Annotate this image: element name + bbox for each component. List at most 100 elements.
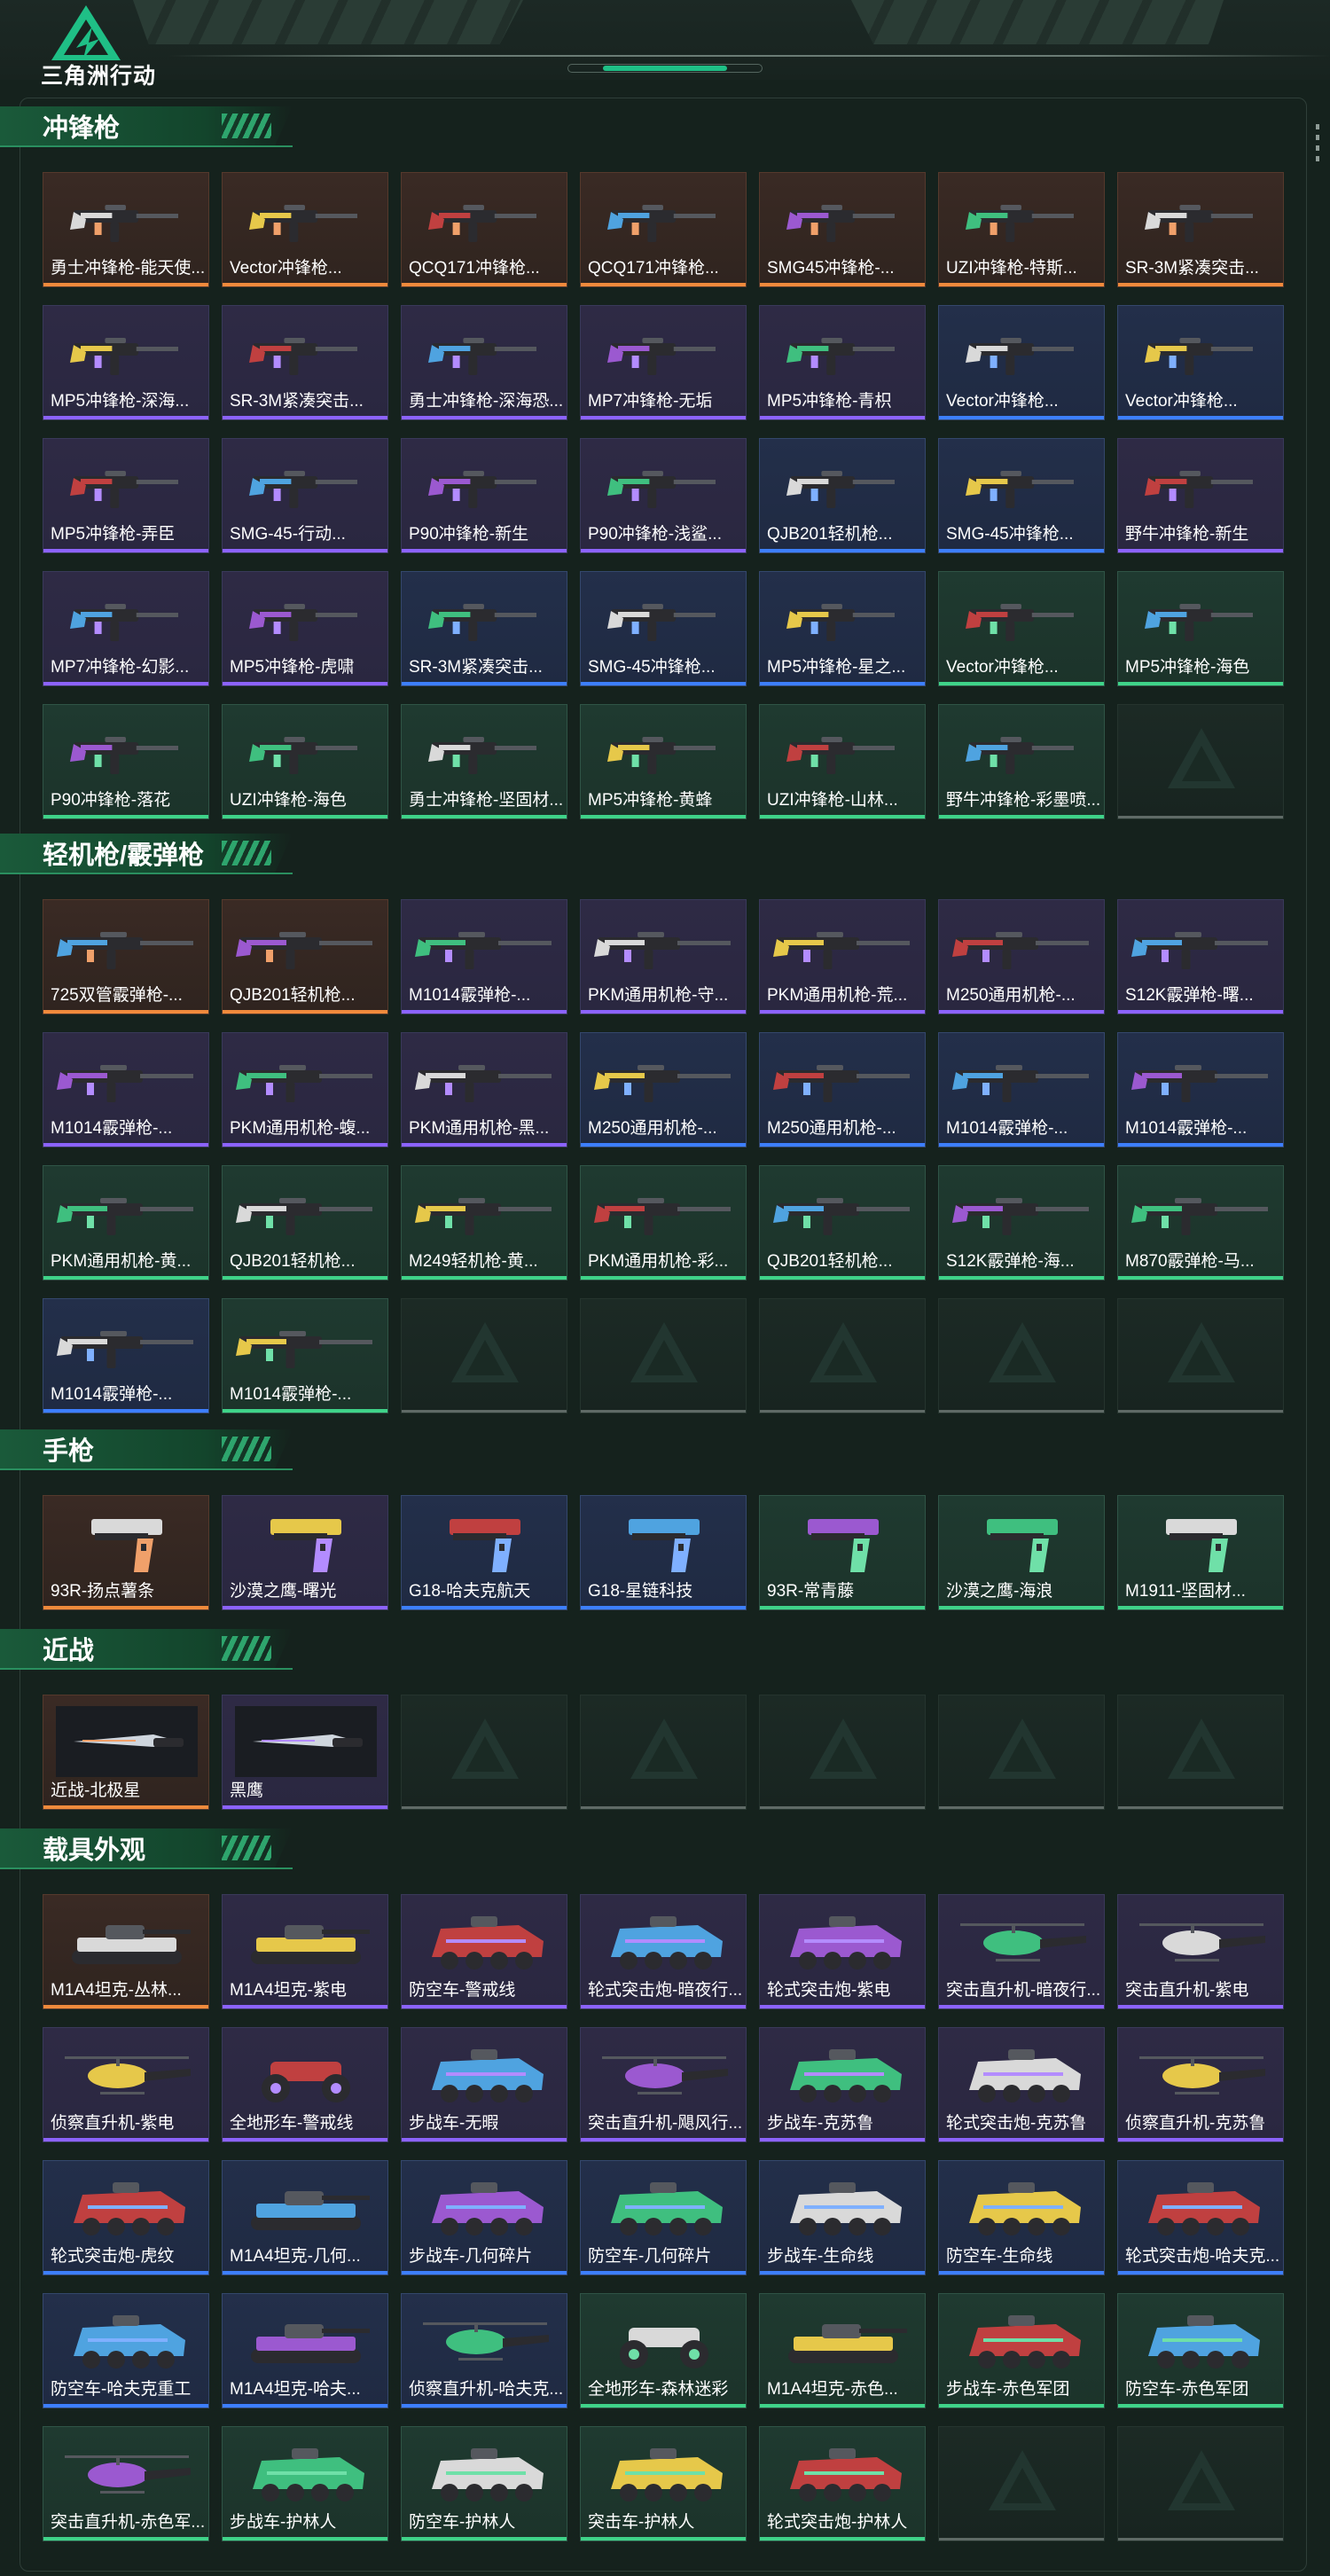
skin-card[interactable]: 轮式突击炮-护林人 [759, 2426, 926, 2541]
skin-card[interactable]: QJB201轻机枪... [759, 1165, 926, 1280]
skin-card[interactable]: M1A4坦克-紫电 [222, 1894, 388, 2009]
skin-card[interactable]: Vector冲锋枪... [938, 305, 1105, 420]
skin-card[interactable]: MP7冲锋枪-无垢 [580, 305, 747, 420]
skin-card[interactable]: G18-哈夫克航天 [401, 1495, 567, 1610]
skin-card[interactable]: QJB201轻机枪... [759, 438, 926, 553]
skin-card[interactable]: MP5冲锋枪-青枳 [759, 305, 926, 420]
skin-card[interactable]: MP5冲锋枪-黄蜂 [580, 704, 747, 819]
skin-card[interactable]: 近战-北极星 [43, 1695, 209, 1810]
skin-card[interactable]: QJB201轻机枪... [222, 1165, 388, 1280]
skin-card[interactable]: M250通用机枪-... [938, 899, 1105, 1014]
skin-card[interactable]: Vector冲锋枪... [938, 571, 1105, 686]
skin-card[interactable]: M1014霰弹枪-... [222, 1298, 388, 1413]
skin-card[interactable]: M249轻机枪-黄... [401, 1165, 567, 1280]
skin-card[interactable]: PKM通用机枪-守... [580, 899, 747, 1014]
skin-card[interactable]: 野牛冲锋枪-彩墨喷... [938, 704, 1105, 819]
skin-card[interactable]: 全地形车-警戒线 [222, 2027, 388, 2142]
skin-card[interactable]: QCQ171冲锋枪... [401, 172, 567, 287]
skin-card[interactable]: SR-3M紧凑突击... [222, 305, 388, 420]
skin-card[interactable]: M1A4坦克-几何... [222, 2160, 388, 2275]
skin-card[interactable]: M1A4坦克-丛林... [43, 1894, 209, 2009]
skin-card[interactable]: S12K霰弹枪-曙... [1117, 899, 1284, 1014]
skin-card[interactable]: 突击直升机-赤色军... [43, 2426, 209, 2541]
skin-card[interactable]: P90冲锋枪-新生 [401, 438, 567, 553]
skin-card[interactable]: 轮式突击炮-紫电 [759, 1894, 926, 2009]
skin-card[interactable]: SMG45冲锋枪-... [759, 172, 926, 287]
skin-card[interactable]: M250通用机枪-... [580, 1032, 747, 1147]
skin-card[interactable]: M1014霰弹枪-... [43, 1032, 209, 1147]
skin-card[interactable]: 侦察直升机-克苏鲁 [1117, 2027, 1284, 2142]
skin-card[interactable]: G18-星链科技 [580, 1495, 747, 1610]
skin-card[interactable]: MP5冲锋枪-星之... [759, 571, 926, 686]
skin-card[interactable]: 勇士冲锋枪-能天使... [43, 172, 209, 287]
skin-card[interactable]: 轮式突击炮-哈夫克... [1117, 2160, 1284, 2275]
skin-card[interactable]: MP7冲锋枪-幻影... [43, 571, 209, 686]
skin-card[interactable]: QCQ171冲锋枪... [580, 172, 747, 287]
skin-card[interactable]: 93R-扬点薯条 [43, 1495, 209, 1610]
skin-card[interactable]: 93R-常青藤 [759, 1495, 926, 1610]
skin-card[interactable]: M1A4坦克-赤色... [759, 2293, 926, 2408]
skin-card[interactable]: PKM通用机枪-黄... [43, 1165, 209, 1280]
skin-card[interactable]: MP5冲锋枪-弄臣 [43, 438, 209, 553]
skin-card[interactable]: P90冲锋枪-浅鲨... [580, 438, 747, 553]
skin-card[interactable]: SMG-45-行动... [222, 438, 388, 553]
skin-card[interactable]: M1014霰弹枪-... [43, 1298, 209, 1413]
skin-card[interactable]: 步战车-生命线 [759, 2160, 926, 2275]
skin-card[interactable]: MP5冲锋枪-深海... [43, 305, 209, 420]
skin-card[interactable]: PKM通用机枪-彩... [580, 1165, 747, 1280]
skin-card[interactable]: 防空车-赤色军团 [1117, 2293, 1284, 2408]
skin-card[interactable]: SR-3M紧凑突击... [1117, 172, 1284, 287]
skin-card[interactable]: 轮式突击炮-虎纹 [43, 2160, 209, 2275]
skin-card[interactable]: P90冲锋枪-落花 [43, 704, 209, 819]
skin-card[interactable]: 步战车-克苏鲁 [759, 2027, 926, 2142]
skin-card[interactable]: PKM通用机枪-荒... [759, 899, 926, 1014]
skin-card[interactable]: 防空车-护林人 [401, 2426, 567, 2541]
skin-card[interactable]: M870霰弹枪-马... [1117, 1165, 1284, 1280]
skin-card[interactable]: 725双管霰弹枪-... [43, 899, 209, 1014]
skin-card[interactable]: 勇士冲锋枪-深海恐... [401, 305, 567, 420]
skin-card[interactable]: 侦察直升机-哈夫克... [401, 2293, 567, 2408]
skin-card[interactable]: MP5冲锋枪-虎啸 [222, 571, 388, 686]
skin-card[interactable]: 勇士冲锋枪-坚固材... [401, 704, 567, 819]
skin-card[interactable]: 沙漠之鹰-曙光 [222, 1495, 388, 1610]
skin-card[interactable]: SMG-45冲锋枪... [938, 438, 1105, 553]
skin-card[interactable]: 步战车-无暇 [401, 2027, 567, 2142]
skin-card[interactable]: 步战车-几何碎片 [401, 2160, 567, 2275]
skin-card[interactable]: 步战车-赤色军团 [938, 2293, 1105, 2408]
skin-card[interactable]: 防空车-警戒线 [401, 1894, 567, 2009]
skin-card[interactable]: UZI冲锋枪-海色 [222, 704, 388, 819]
skin-card[interactable]: 步战车-护林人 [222, 2426, 388, 2541]
skin-card[interactable]: 突击直升机-飓风行... [580, 2027, 747, 2142]
skin-card[interactable]: UZI冲锋枪-特斯... [938, 172, 1105, 287]
skin-card[interactable]: M1014霰弹枪-... [938, 1032, 1105, 1147]
skin-card[interactable]: PKM通用机枪-黑... [401, 1032, 567, 1147]
skin-card[interactable]: 突击直升机-紫电 [1117, 1894, 1284, 2009]
skin-card[interactable]: 防空车-哈夫克重工 [43, 2293, 209, 2408]
skin-card[interactable]: UZI冲锋枪-山林... [759, 704, 926, 819]
skin-card[interactable]: 突击直升机-暗夜行... [938, 1894, 1105, 2009]
skin-card[interactable]: M1014霰弹枪-... [1117, 1032, 1284, 1147]
skin-card[interactable]: 轮式突击炮-克苏鲁 [938, 2027, 1105, 2142]
skin-card[interactable]: MP5冲锋枪-海色 [1117, 571, 1284, 686]
skin-card[interactable]: M1014霰弹枪-... [401, 899, 567, 1014]
skin-card[interactable]: M250通用机枪-... [759, 1032, 926, 1147]
skin-card[interactable]: 沙漠之鹰-海浪 [938, 1495, 1105, 1610]
skin-card[interactable]: PKM通用机枪-蝮... [222, 1032, 388, 1147]
skin-card[interactable]: SMG-45冲锋枪... [580, 571, 747, 686]
skin-card[interactable]: QJB201轻机枪... [222, 899, 388, 1014]
skin-card[interactable]: S12K霰弹枪-海... [938, 1165, 1105, 1280]
skin-card[interactable]: Vector冲锋枪... [1117, 305, 1284, 420]
skin-card[interactable]: 侦察直升机-紫电 [43, 2027, 209, 2142]
skin-card[interactable]: M1911-坚固材... [1117, 1495, 1284, 1610]
skin-card[interactable]: 突击车-护林人 [580, 2426, 747, 2541]
skin-card[interactable]: 防空车-几何碎片 [580, 2160, 747, 2275]
skin-card[interactable]: M1A4坦克-哈夫... [222, 2293, 388, 2408]
skin-card[interactable]: 全地形车-森林迷彩 [580, 2293, 747, 2408]
skin-card[interactable]: 黑鹰 [222, 1695, 388, 1810]
skin-card[interactable]: 轮式突击炮-暗夜行... [580, 1894, 747, 2009]
skin-card[interactable]: Vector冲锋枪... [222, 172, 388, 287]
skin-card[interactable]: SR-3M紧凑突击... [401, 571, 567, 686]
skin-card[interactable]: 野牛冲锋枪-新生 [1117, 438, 1284, 553]
scroll-indicator[interactable] [1316, 124, 1319, 163]
skin-card[interactable]: 防空车-生命线 [938, 2160, 1105, 2275]
